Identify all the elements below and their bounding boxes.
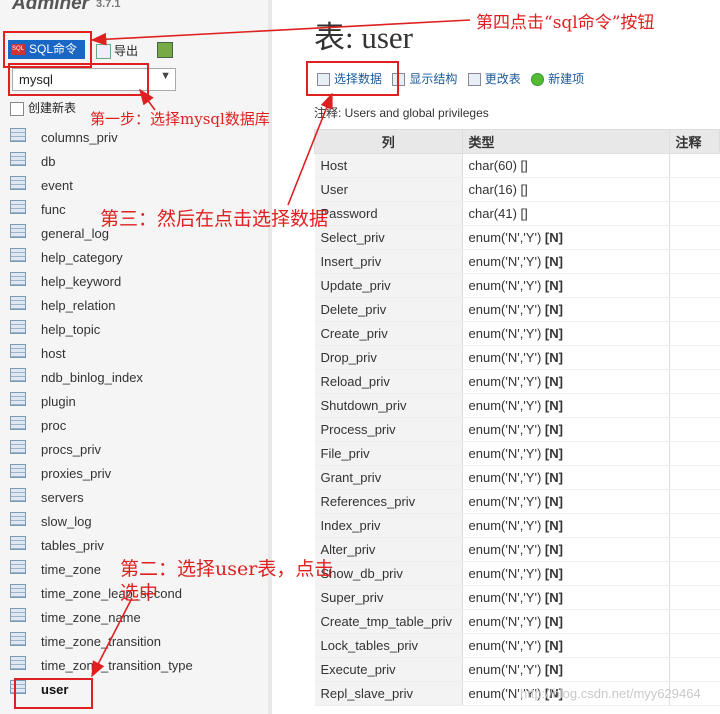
annotation-step3: 第三：然后在点击选择数据 [100, 208, 329, 230]
watermark: http://blog.csdn.net/myy629464 [520, 686, 701, 701]
annotation-step2-line2: 选中 [120, 582, 159, 604]
annotation-step1: 第一步：选择mysql数据库 [90, 110, 270, 128]
annotation-step4: 第四点击“sql命令”按钮 [476, 13, 655, 33]
annotation-step2-line1: 第二：选择user表，点击 [120, 558, 334, 580]
